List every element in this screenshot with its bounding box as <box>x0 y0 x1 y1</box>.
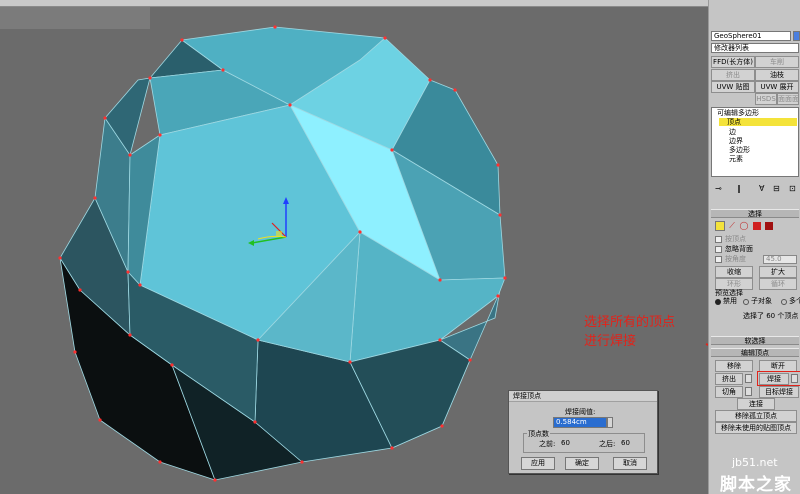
shrink-button[interactable]: 收缩 <box>715 266 753 278</box>
angle-spinner[interactable]: 45.0 <box>763 255 797 264</box>
selection-rollout-header[interactable]: 选择 <box>711 209 799 218</box>
soft-selection-rollout-header[interactable]: 软选择 <box>711 336 799 345</box>
transform-gizmo-icon[interactable] <box>238 195 298 255</box>
by-angle-label: 按角度 <box>725 255 746 263</box>
before-value: 60 <box>561 439 570 447</box>
cancel-button[interactable]: 取消 <box>613 457 647 470</box>
target-weld-button[interactable]: 目标焊接 <box>759 386 799 398</box>
after-label: 之后: <box>599 440 616 448</box>
dialog-title: 焊接顶点 <box>509 391 657 402</box>
configure-sets-icon[interactable]: ⊡ <box>789 184 796 193</box>
watermark-text: 脚本之家 <box>720 475 792 494</box>
connect-button[interactable]: 连接 <box>737 398 775 410</box>
weld-highlight-box <box>757 371 800 386</box>
lathe-button[interactable]: 车削 <box>755 56 799 68</box>
remove-isolated-vertices-button[interactable]: 移除孤立顶点 <box>715 410 797 422</box>
smooth-button[interactable]: 面面面 <box>777 93 799 105</box>
apply-button[interactable]: 应用 <box>521 457 555 470</box>
weld-vertices-dialog: 焊接顶点 焊接阈值: 0.584cm 顶点数 之前: 60 之后: 60 应用 … <box>508 390 658 474</box>
extrude-settings-icon[interactable] <box>745 374 752 383</box>
object-color-swatch[interactable] <box>793 31 800 41</box>
hsds-button[interactable]: HSDS <box>755 93 777 105</box>
modifier-list-dropdown[interactable]: 修改器列表 <box>711 43 799 53</box>
ignore-backfacing-label: 忽略背面 <box>725 245 753 253</box>
element-mode-icon[interactable] <box>765 222 773 230</box>
selection-status: 选择了 60 个顶点 <box>743 312 799 320</box>
preview-multi-radio[interactable] <box>781 299 787 305</box>
uvw-map-button[interactable]: UVW 贴图 <box>711 81 755 93</box>
shell-button[interactable]: 油枝 <box>755 69 799 81</box>
uvw-unwrap-button[interactable]: UVW 展开 <box>755 81 799 93</box>
threshold-spinner-icon[interactable] <box>607 417 613 428</box>
stack-item-border[interactable]: 边界 <box>729 137 743 145</box>
preview-off-radio[interactable] <box>715 299 721 305</box>
extrude-modifier-button[interactable]: 挤出 <box>711 69 755 81</box>
edge-mode-icon[interactable]: ⟋ <box>727 221 737 231</box>
ignore-backfacing-checkbox[interactable] <box>715 246 722 253</box>
before-label: 之前: <box>539 440 556 448</box>
by-angle-checkbox[interactable] <box>715 256 722 263</box>
stack-item-element[interactable]: 元素 <box>729 155 743 163</box>
preview-multi-label: 多个 <box>789 297 800 305</box>
after-value: 60 <box>621 439 630 447</box>
command-panel: GeoSphere01 修改器列表 FFD(长方体) 车削 挤出 油枝 UVW … <box>708 0 800 494</box>
border-mode-icon[interactable]: ◯ <box>739 221 749 231</box>
stack-item-vertex[interactable]: 顶点 <box>719 118 797 126</box>
vertex-mode-icon[interactable] <box>715 221 725 231</box>
preview-subobj-radio[interactable] <box>743 299 749 305</box>
vertex-count-label: 顶点数 <box>527 429 550 439</box>
edit-vertices-rollout-header[interactable]: 编辑顶点 <box>711 348 799 357</box>
weld-threshold-label: 焊接阈值: <box>565 408 596 416</box>
loop-button[interactable]: 循环 <box>759 278 797 290</box>
preview-subobj-label: 子对象 <box>751 297 772 305</box>
chamfer-settings-icon[interactable] <box>745 387 752 396</box>
stack-item-polygon[interactable]: 多边形 <box>729 146 750 154</box>
extrude-button[interactable]: 挤出 <box>715 373 743 385</box>
stack-item-edge[interactable]: 边 <box>729 128 736 136</box>
polygon-mode-icon[interactable] <box>753 222 761 230</box>
by-vertex-label: 按顶点 <box>725 235 746 243</box>
watermark-url: jb51.net <box>732 456 778 469</box>
stack-root-editable-poly[interactable]: 可编辑多边形 <box>717 109 759 117</box>
watermark: jb51.net 脚本之家 <box>712 456 800 494</box>
ok-button[interactable]: 确定 <box>565 457 599 470</box>
by-vertex-checkbox[interactable] <box>715 236 722 243</box>
grow-button[interactable]: 扩大 <box>759 266 797 278</box>
remove-button[interactable]: 移除 <box>715 360 753 372</box>
pin-stack-icon[interactable]: ⊸ <box>715 184 722 193</box>
remove-unused-map-vertices-button[interactable]: 移除未使用的贴图顶点 <box>715 422 797 434</box>
preview-off-label: 禁用 <box>723 297 737 305</box>
make-unique-icon[interactable]: ∀ <box>759 184 764 193</box>
object-name-field[interactable]: GeoSphere01 <box>711 31 791 41</box>
ffd-button[interactable]: FFD(长方体) <box>711 56 755 68</box>
weld-threshold-input[interactable]: 0.584cm <box>553 417 607 428</box>
chamfer-button[interactable]: 切角 <box>715 386 743 398</box>
viewport-perspective[interactable]: 选择所有的顶点 进行焊接 焊接顶点 焊接阈值: 0.584cm 顶点数 之前: … <box>0 0 708 494</box>
remove-modifier-icon[interactable]: ⊟ <box>773 184 780 193</box>
annotation-text: 选择所有的顶点 进行焊接 <box>584 315 676 349</box>
show-end-result-icon[interactable]: ‖ <box>737 184 741 193</box>
